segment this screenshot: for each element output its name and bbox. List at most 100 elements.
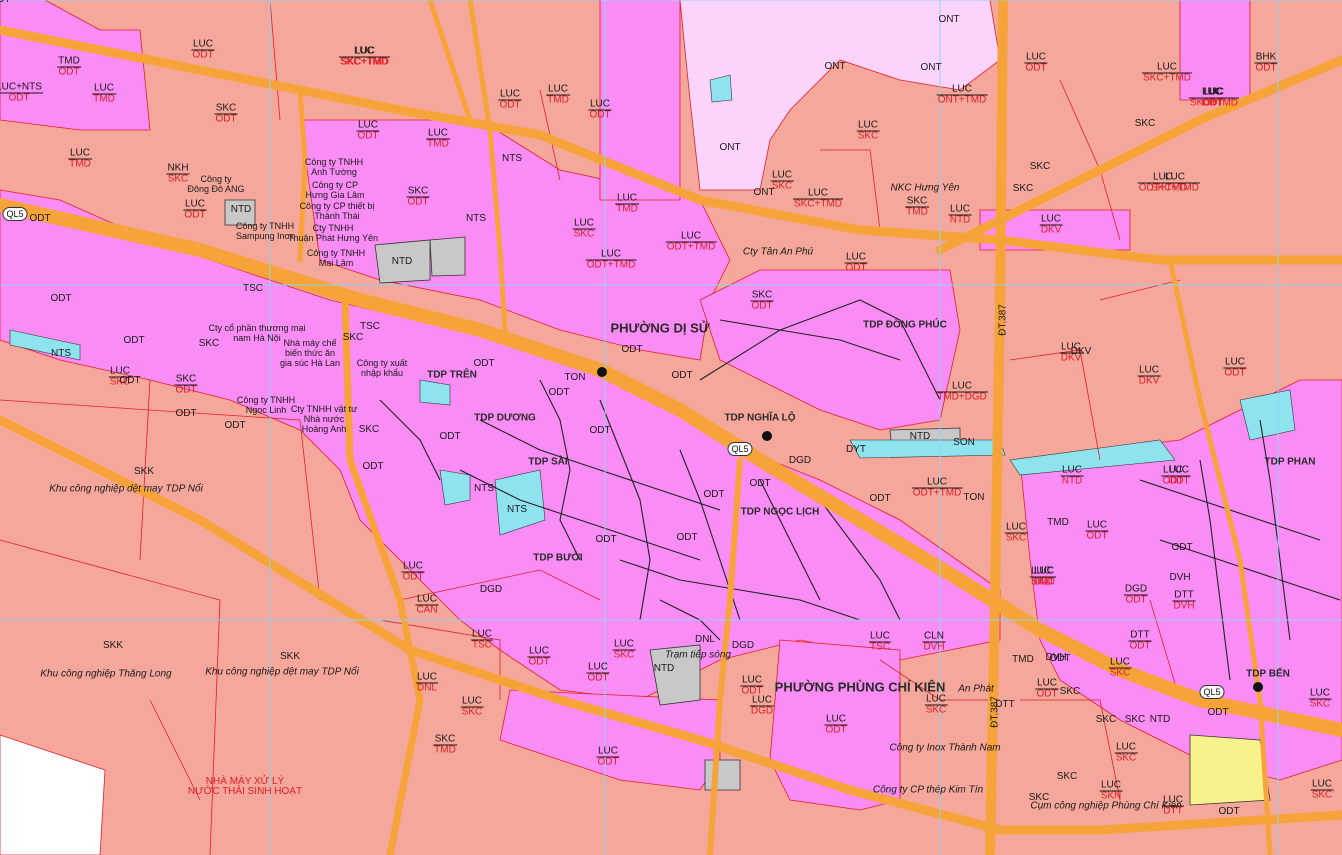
land-code-label: SKC [198,338,220,349]
land-code-label: SKC [1012,183,1034,194]
place-label: Khu công nghiệp dệt may TDP Nổi [205,666,359,678]
parcel-planned-code: ODT [357,130,379,142]
land-code-label: ODT [1171,542,1193,553]
parcel-planned-code: TMD+DGD [937,391,987,403]
parcel-code-label: LUC SKC [1308,688,1332,710]
parcel-planned-code: TMD [616,203,638,215]
company-label: Công ty CP Hưng Gia Lâm [305,180,365,200]
parcel-code-label: LUC SKC [1108,657,1132,679]
company-label: Cty TNHH vật tư Nhà nước Hoàng Anh [290,404,358,434]
company-label: Công ty TNHH Anh Tường [304,157,364,177]
place-label: Công ty Inox Thành Nam [889,742,1001,754]
parcel-planned-code: ODT [845,262,867,274]
parcel-code-label: LUC ODT [527,646,551,668]
parcel-code-label: LUC SKC [572,218,596,240]
land-code-label: ODT [548,387,570,398]
parcel-planned-code: SKC [1109,667,1131,679]
company-label: Công ty TNHH Ngọc Linh [236,395,296,415]
land-code-label: SKC [1134,118,1156,129]
parcel-planned-code: ODT [175,384,197,396]
land-code-label: NTD [230,204,252,215]
parcel-planned-code: ODT [8,92,30,104]
parcel-planned-code: SKC [1115,752,1137,764]
parcel-code-label: LUC ODT [824,714,848,736]
parcel-code-label: LUC SKC+TMD [792,188,844,210]
parcel-planned-code: DKV [1040,224,1062,236]
land-code-label: ODT [224,420,246,431]
parcel-code-label: LUC ODT [1223,357,1247,379]
parcel-planned-code: SKC [1005,532,1027,544]
parcel-code-label: DTT DVH [1172,590,1196,612]
ward-label: PHƯỜNG PHÙNG CHÍ KIÊN [774,679,946,695]
land-code-label: ODT [703,489,725,500]
company-label: Công ty TNHH Sampung Inox [235,221,295,241]
land-code-label: SKK [133,466,155,477]
land-code-label: NTS [51,348,71,359]
ward-label: PHƯỜNG DỊ SỬ [610,320,710,336]
parcel-planned-code: ODT [192,49,214,61]
parcel-planned-code: ODT [751,300,773,312]
neighborhood-label: TDP SÀI [528,456,568,468]
parcel-code-label: LUC TMD [92,83,116,105]
land-code-label: ODT [473,358,495,369]
facility-label: NHÀ MÁY XỬ LÝ NƯỚC THẢI SINH HOẠT [187,777,303,797]
land-code-label: TMD [1012,654,1034,665]
land-code-label: NTD [1149,714,1171,725]
parcel-code-label: SKC ODT [750,290,774,312]
parcel-code-label: LUC ODT [1024,52,1048,74]
highway-shield: QL5 [727,442,753,456]
land-code-label: ODT [869,493,891,504]
parcel-planned-code: ODT [499,99,521,111]
land-code-label: ODT [29,213,51,224]
parcel-planned-code: SKC [1309,698,1331,710]
land-code-label: ODT [749,478,771,489]
parcel-code-label: SKC TMD [905,196,929,218]
parcel-code-label: LUC SKC [1004,522,1028,544]
land-code-label: ONT [938,14,960,25]
company-label: Công ty CP thiết bị Thành Thái [299,201,375,221]
parcel-code-label: LUC SKC+TMD [338,46,390,68]
land-code-label: SKK [102,640,124,651]
place-label: An Phát [958,683,994,695]
parcel-planned-code: ODT [402,571,424,583]
neighborhood-label: TDP DƯƠNG [474,412,536,424]
company-label: Cty TNHH Thuận Phát Hưng Yên [288,223,378,243]
parcel-planned-code: ODT [1086,530,1108,542]
parcel-planned-code: ODT [1201,97,1223,109]
parcel-code-label: LUC ODT [356,120,380,142]
parcel-planned-code: ODT [215,113,237,125]
parcel-code-label: LUC SKC [1310,779,1334,801]
parcel-code-label: LUC SKC [612,639,636,661]
parcel-planned-code: TMD [1033,576,1055,588]
place-label: Cụm công nghiệp Phùng Chí Kiên [1030,800,1182,812]
parcel-code-label: LUC ONT+TMD [936,84,988,106]
land-code-label: ODT [671,370,693,381]
parcel-code-label: LUC NTD [1060,465,1084,487]
parcel-planned-code: SKC [461,706,483,718]
parcel-planned-code: ODT [58,66,80,78]
parcel-planned-code: ONT+TMD [937,94,987,106]
parcel-code-label: LUC ODT [1035,678,1059,700]
land-code-label: ODT [362,461,384,472]
parcel-planned-code: ODT [589,109,611,121]
landmark-dot [762,431,772,441]
parcel-planned-code: TMD [93,93,115,105]
parcel-code-label: LUC DTT [1161,795,1185,817]
land-code-label: ODT [439,431,461,442]
parcel-code-label: SKC ODT [406,186,430,208]
parcel-code-label: LUC SKC [460,696,484,718]
land-code-label: SKC [1095,714,1117,725]
parcel-planned-code: DGD [750,705,774,717]
company-label: Công ty Đông Đô ANG [187,174,245,194]
parcel-planned-code: SKC [1311,789,1333,801]
parcel-planned-code: SKC [613,649,635,661]
land-code-label: TSC [360,321,380,332]
parcel-planned-code: TMD [434,744,456,756]
parcel-code-label: LUC SKN [1099,780,1123,802]
parcel-code-label: LUC ODT [183,199,207,221]
land-code-label: ODT [50,293,72,304]
parcel-planned-code: TSC [869,641,890,653]
parcel-planned-code: SKC [167,173,189,185]
parcel-code-label: LUC TMD [68,148,92,170]
parcel-planned-code: SKC [857,130,879,142]
